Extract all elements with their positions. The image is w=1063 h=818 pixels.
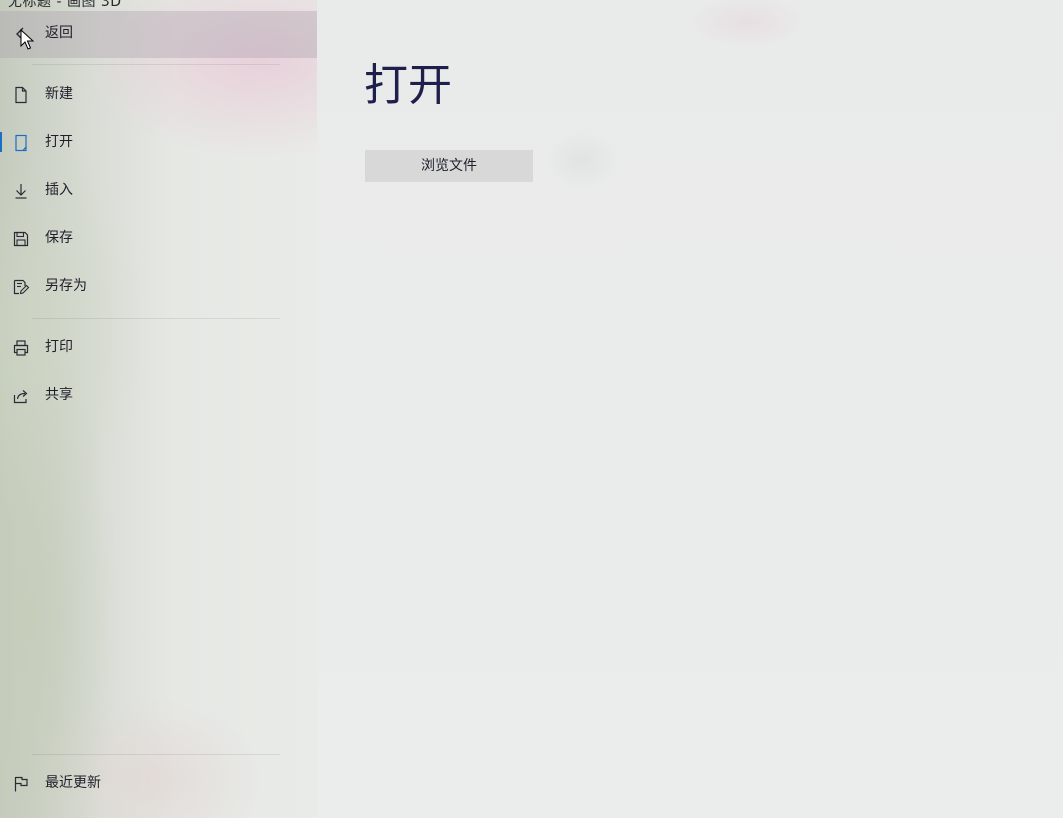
- insert-down-arrow-icon: [12, 182, 30, 200]
- divider: [32, 318, 280, 319]
- sidebar-item-open[interactable]: 打开: [0, 122, 317, 162]
- sidebar-item-print[interactable]: 打印: [0, 327, 317, 367]
- sidebar-item-label: 最近更新: [45, 775, 101, 791]
- divider: [32, 64, 280, 65]
- sidebar-item-recent-updates[interactable]: 最近更新: [0, 763, 317, 803]
- new-file-icon: [12, 86, 30, 104]
- back-label: 返回: [45, 25, 73, 41]
- save-as-icon: [12, 278, 30, 296]
- browse-files-button[interactable]: 浏览文件: [365, 150, 533, 182]
- sidebar-item-label: 共享: [45, 387, 73, 403]
- window-title: 无标题 - 画图 3D: [8, 0, 122, 10]
- main-pane: 打开 浏览文件: [317, 0, 1063, 818]
- flag-icon: [12, 775, 30, 793]
- sidebar-item-save[interactable]: 保存: [0, 218, 317, 258]
- sidebar-item-label: 打开: [45, 134, 73, 150]
- selected-indicator: [0, 132, 2, 152]
- back-button[interactable]: 返回: [0, 11, 317, 58]
- sidebar-item-label: 插入: [45, 182, 73, 198]
- open-icon: [12, 134, 30, 152]
- printer-icon: [12, 339, 30, 357]
- sidebar-item-label: 新建: [45, 86, 73, 102]
- sidebar: 无标题 - 画图 3D 返回 新建 打开 插入 保存 另存为 打印 共享 最近更…: [0, 0, 317, 818]
- sidebar-item-save-as[interactable]: 另存为: [0, 266, 317, 306]
- divider: [32, 754, 280, 755]
- sidebar-item-label: 另存为: [45, 278, 87, 294]
- sidebar-item-label: 保存: [45, 230, 73, 246]
- share-icon: [12, 387, 30, 405]
- sidebar-item-label: 打印: [45, 339, 73, 355]
- sidebar-item-new[interactable]: 新建: [0, 74, 317, 114]
- sidebar-item-share[interactable]: 共享: [0, 375, 317, 415]
- mouse-cursor-icon: [20, 28, 35, 51]
- page-title: 打开: [364, 60, 452, 111]
- sidebar-item-insert[interactable]: 插入: [0, 170, 317, 210]
- save-icon: [12, 230, 30, 248]
